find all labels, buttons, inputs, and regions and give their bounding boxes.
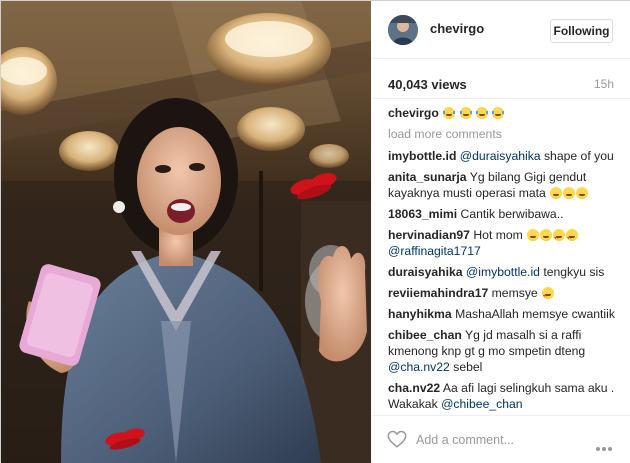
heart-eyes-emoji-icon — [526, 228, 579, 246]
comment-item: chibee_chan Yg jd masalh si a raffi kmen… — [388, 327, 616, 375]
comment-mention[interactable]: @raffinagita1717 — [388, 244, 481, 258]
comment-item: reviiemahindra17 memsye — [388, 285, 616, 304]
caption: chevirgo — [388, 105, 616, 121]
comment-text: Cantik berwibawa.. — [460, 207, 564, 221]
comment-item: 18063_mimi Cantik berwibawa.. — [388, 206, 616, 222]
post-meta: 40,043 views 15h — [372, 59, 630, 99]
comment-mention[interactable]: @duraisyahika — [460, 149, 541, 163]
comment-username[interactable]: chibee_chan — [388, 328, 462, 342]
comment-footer — [372, 415, 630, 463]
comment-item: anita_sunarja Yg bilang Gigi gendut kaya… — [388, 169, 616, 201]
comment-item: imybottle.id @duraisyahika shape of you — [388, 148, 616, 164]
comment-username[interactable]: 18063_mimi — [388, 207, 457, 221]
comment-item: cha.nv22 Aa afi lagi selingkuh sama aku … — [388, 380, 616, 411]
comment-mention[interactable]: @imybottle.id — [466, 265, 540, 279]
comment-text: Hot mom — [473, 228, 523, 242]
comment-username[interactable]: imybottle.id — [388, 149, 456, 163]
comment-username[interactable]: cha.nv22 — [388, 381, 440, 395]
comment-username[interactable]: hervinadian97 — [388, 228, 470, 242]
ellipsis-icon[interactable] — [596, 438, 616, 451]
instagram-post-frame: chevirgo Following 40,043 views 15h chev… — [0, 0, 630, 463]
comment-username[interactable]: duraisyahika — [388, 265, 463, 279]
video-player[interactable] — [1, 1, 371, 463]
comment-text: tengkyu sis — [539, 265, 605, 279]
comment-list: chevirgo load more comments imybottle.id… — [388, 105, 616, 411]
comment-mention[interactable]: @chibee_chan — [441, 397, 523, 411]
post-header: chevirgo Following — [372, 1, 630, 59]
laughing-emoji-icon — [442, 106, 505, 120]
comment-text: sebel — [449, 360, 483, 374]
add-comment-input[interactable] — [416, 431, 586, 449]
comment-item: duraisyahika @imybottle.id tengkyu sis — [388, 264, 616, 280]
username-link[interactable]: chevirgo — [430, 21, 484, 36]
comment-text: memsye — [491, 286, 538, 300]
comment-item: hanyhikma MashaAllah memsye cwantiik — [388, 306, 616, 322]
avatar[interactable] — [388, 15, 418, 45]
comment-username[interactable]: reviiemahindra17 — [388, 286, 488, 300]
load-more-comments-link[interactable]: load more comments — [388, 126, 616, 142]
following-button[interactable]: Following — [550, 19, 613, 43]
grinning-emoji-icon — [549, 186, 589, 200]
heart-outline-icon[interactable] — [386, 428, 408, 450]
heart-eyes-emoji-icon — [541, 286, 555, 304]
comment-item: hervinadian97 Hot mom @raffinagita1717 — [388, 227, 616, 259]
comment-text: MashaAllah memsye cwantiik — [455, 307, 615, 321]
comment-username[interactable]: hanyhikma — [388, 307, 452, 321]
comment-mention[interactable]: @cha.nv22 — [388, 360, 450, 374]
video-frame-image — [1, 1, 371, 463]
comment-text: shape of you — [540, 149, 614, 163]
post-age[interactable]: 15h — [594, 77, 614, 91]
comment-username[interactable]: anita_sunarja — [388, 170, 467, 184]
view-count: 40,043 views — [388, 77, 467, 92]
post-details-panel: chevirgo Following 40,043 views 15h chev… — [372, 1, 630, 463]
avatar-image — [388, 15, 418, 45]
caption-username[interactable]: chevirgo — [388, 106, 439, 120]
